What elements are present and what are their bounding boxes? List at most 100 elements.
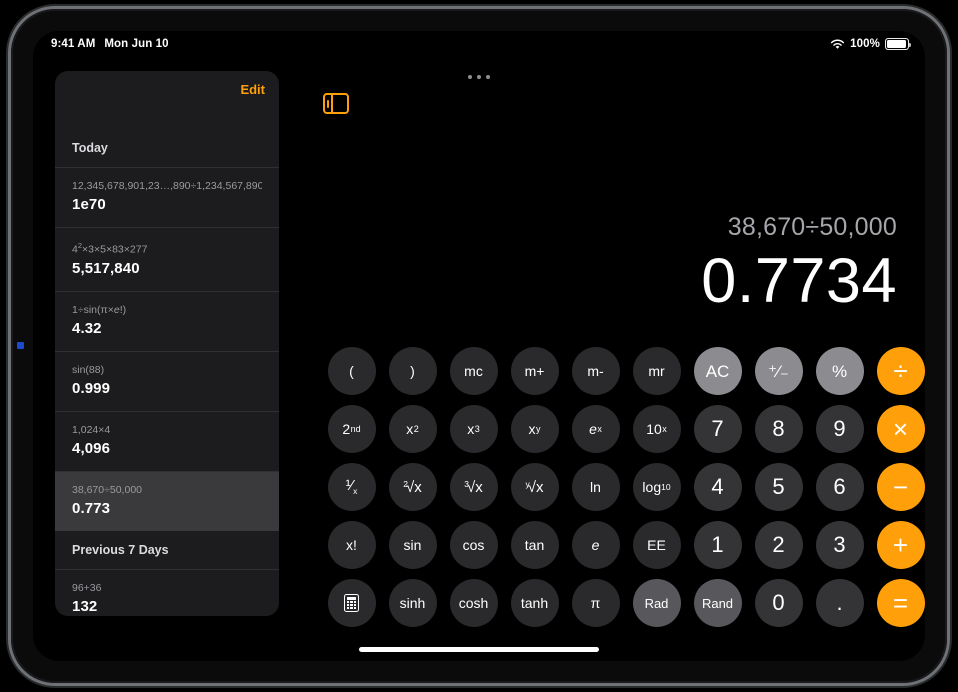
key-8[interactable]: 8 xyxy=(754,405,803,453)
key-cos[interactable]: cos xyxy=(449,521,498,569)
history-expression: 42×3×5×83×277 xyxy=(72,241,148,256)
key-sin[interactable]: sin xyxy=(388,521,437,569)
multitask-dot xyxy=(486,75,490,79)
history-expression: sin(88) xyxy=(72,363,105,376)
key-m-plus[interactable]: m+ xyxy=(510,347,559,395)
battery-icon xyxy=(885,38,911,50)
key-ee[interactable]: EE xyxy=(632,521,681,569)
ipad-screen: 9:41 AM Mon Jun 10 100% Edit Today 12,34… xyxy=(33,31,925,661)
key-6[interactable]: 6 xyxy=(815,463,864,511)
key-5[interactable]: 5 xyxy=(754,463,803,511)
key-percent[interactable]: % xyxy=(815,347,864,395)
sidebar-toggle-pane xyxy=(326,99,329,108)
key-pi[interactable]: π xyxy=(571,579,620,627)
key-cube-root[interactable]: 3 √x xyxy=(449,463,498,511)
key-1[interactable]: 1 xyxy=(693,521,742,569)
key-4[interactable]: 4 xyxy=(693,463,742,511)
key-tanh[interactable]: tanh xyxy=(510,579,559,627)
key-add[interactable]: + xyxy=(876,521,925,569)
sidebar-toggle-divider xyxy=(331,95,333,112)
key-equals[interactable]: = xyxy=(876,579,925,627)
key-square-root[interactable]: 2 √x xyxy=(388,463,437,511)
key-y-root[interactable]: y √x xyxy=(510,463,559,511)
key-mc[interactable]: mc xyxy=(449,347,498,395)
key-x-squared[interactable]: x2 xyxy=(388,405,437,453)
history-list[interactable]: Today 12,345,678,901,23…,890÷1,234,567,89… xyxy=(55,129,279,616)
history-expression: 1,024×4 xyxy=(72,423,111,436)
display-expression: 38,670÷50,000 xyxy=(727,213,897,241)
history-section-header: Previous 7 Days xyxy=(72,542,169,557)
home-indicator[interactable] xyxy=(359,647,599,652)
multitask-dot xyxy=(477,75,481,79)
key-divide[interactable]: ÷ xyxy=(876,347,925,395)
key-ten-power-x[interactable]: 10 x xyxy=(632,405,681,453)
multitask-dot xyxy=(468,75,472,79)
key-3[interactable]: 3 xyxy=(815,521,864,569)
key-decimal[interactable]: . xyxy=(815,579,864,627)
key-log-base-10[interactable]: log 10 xyxy=(632,463,681,511)
calculator-keypad: () mc m+ m-mr AC ⁺⁄₋% ÷ 2nd x 2 x 3 x y e x 10 x 7 8 9 × ¹⁄x 2 √… xyxy=(321,342,925,632)
key-0[interactable]: 0 xyxy=(754,579,803,627)
history-result: 5,517,840 xyxy=(72,259,140,277)
status-time: 9:41 AM xyxy=(51,38,96,50)
key-factorial[interactable]: x! xyxy=(327,521,376,569)
key-m-minus[interactable]: m- xyxy=(571,347,620,395)
status-date: Mon Jun 10 xyxy=(104,38,169,50)
calculator-icon xyxy=(344,594,359,612)
key-open-paren[interactable]: ( xyxy=(327,347,376,395)
history-expression: 12,345,678,901,23…,890÷1,234,567,890 xyxy=(72,180,262,192)
history-result: 132 xyxy=(72,597,98,615)
key-x-cubed[interactable]: x3 xyxy=(449,405,498,453)
history-row[interactable]: sin(88) 0.999 xyxy=(55,352,279,411)
calculator-display: 38,670÷50,000 0.7734 xyxy=(701,211,897,317)
history-sidebar: Edit Today 12,345,678,901,23…,890÷1,234,5… xyxy=(55,71,279,616)
key-euler[interactable]: e xyxy=(571,521,620,569)
battery-fill xyxy=(887,40,907,48)
key-radians[interactable]: Rad xyxy=(632,579,681,627)
history-row[interactable]: 96+36 132 xyxy=(55,570,279,617)
status-bar-left: 9:41 AM Mon Jun 10 xyxy=(51,38,169,50)
sidebar-header: Edit xyxy=(55,71,279,129)
history-result: 0.773 xyxy=(72,499,111,517)
status-bar: 9:41 AM Mon Jun 10 100% xyxy=(33,31,925,57)
status-bar-right: 100% xyxy=(830,38,911,50)
history-result: 4.32 xyxy=(72,319,102,337)
key-x-power-y[interactable]: xy xyxy=(510,405,559,453)
history-row[interactable]: 12,345,678,901,23…,890÷1,234,567,890 1e70 xyxy=(55,168,279,227)
sidebar-toggle-icon[interactable] xyxy=(323,93,349,114)
key-random[interactable]: Rand xyxy=(693,579,742,627)
key-7[interactable]: 7 xyxy=(693,405,742,453)
key-cosh[interactable]: cosh xyxy=(449,579,498,627)
key-tan[interactable]: tan xyxy=(510,521,559,569)
key-plus-minus[interactable]: ⁺⁄₋ xyxy=(754,347,803,395)
key-natural-log[interactable]: ln xyxy=(571,463,620,511)
history-expression: 1÷sin(π×e!) xyxy=(72,303,127,316)
history-row[interactable]: 42×3×5×83×277 5,517,840 xyxy=(55,228,279,291)
history-expression: 96+36 xyxy=(72,581,102,594)
ipad-device-frame: 9:41 AM Mon Jun 10 100% Edit Today 12,34… xyxy=(11,9,947,683)
key-subtract[interactable]: − xyxy=(876,463,925,511)
display-result: 0.7734 xyxy=(701,246,897,316)
history-result: 1e70 xyxy=(72,196,106,213)
history-section-header: Today xyxy=(72,141,108,155)
key-multiply[interactable]: × xyxy=(876,405,925,453)
key-sinh[interactable]: sinh xyxy=(388,579,437,627)
key-second[interactable]: 2nd xyxy=(327,405,376,453)
key-calculator-mode[interactable] xyxy=(327,579,376,627)
history-row[interactable]: 1÷sin(π×e!) 4.32 xyxy=(55,292,279,351)
key-2[interactable]: 2 xyxy=(754,521,803,569)
history-row[interactable]: 1,024×4 4,096 xyxy=(55,412,279,471)
key-9[interactable]: 9 xyxy=(815,405,864,453)
screenshot-stage: 9:41 AM Mon Jun 10 100% Edit Today 12,34… xyxy=(0,0,958,692)
key-mr[interactable]: mr xyxy=(632,347,681,395)
multitasking-dots-icon[interactable] xyxy=(33,75,925,79)
key-all-clear[interactable]: AC xyxy=(693,347,742,395)
history-row[interactable]: 38,670÷50,000 0.773 xyxy=(55,471,279,531)
wifi-icon xyxy=(831,39,845,49)
edit-button[interactable]: Edit xyxy=(240,82,265,97)
battery-percent-label: 100% xyxy=(850,38,880,50)
history-result: 4,096 xyxy=(72,439,111,457)
key-reciprocal[interactable]: ¹⁄x xyxy=(327,463,376,511)
key-close-paren[interactable]: ) xyxy=(388,347,437,395)
key-e-power-x[interactable]: ex xyxy=(571,405,620,453)
